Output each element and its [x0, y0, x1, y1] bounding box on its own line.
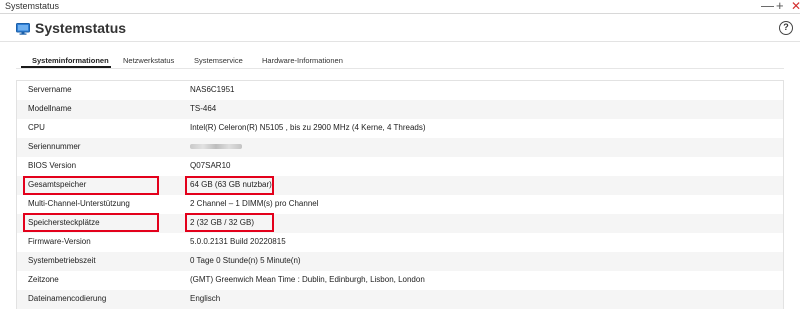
- row-value: Q07SAR10: [190, 161, 231, 170]
- tab-hardware-informationen[interactable]: Hardware-Informationen: [262, 56, 343, 65]
- row-value: Englisch: [190, 294, 221, 303]
- serial-number-redacted: [190, 142, 242, 151]
- redaction-blur: [190, 144, 242, 149]
- tab-divider: [16, 68, 784, 69]
- tab-systemservice[interactable]: Systemservice: [194, 56, 243, 65]
- table-row: Modellname TS-464: [17, 100, 783, 119]
- row-value: 64 GB (63 GB nutzbar): [190, 180, 272, 189]
- table-row: Systembetriebszeit 0 Tage 0 Stunde(n) 5 …: [17, 252, 783, 271]
- row-value: 2 (32 GB / 32 GB): [190, 218, 255, 227]
- help-icon[interactable]: ?: [779, 21, 793, 35]
- table-row: Speichersteckplätze 2 (32 GB / 32 GB): [17, 214, 783, 233]
- row-label: Multi-Channel-Unterstützung: [28, 199, 130, 208]
- system-info-table: Servername NAS6C1951 Modellname TS-464 C…: [16, 80, 784, 309]
- app-header: Systemstatus ?: [0, 15, 800, 42]
- row-label: Dateinamencodierung: [28, 294, 107, 303]
- row-label: Servername: [28, 85, 72, 94]
- window-title: Systemstatus: [5, 1, 60, 11]
- tab-bar: Systeminformationen Netzwerkstatus Syste…: [20, 56, 780, 68]
- row-label: Gesamtspeicher: [28, 180, 87, 189]
- table-row: Servername NAS6C1951: [17, 81, 783, 100]
- table-row: BIOS Version Q07SAR10: [17, 157, 783, 176]
- tab-systeminformationen[interactable]: Systeminformationen: [32, 56, 109, 65]
- row-value: 0 Tage 0 Stunde(n) 5 Minute(n): [190, 256, 301, 265]
- row-value: (GMT) Greenwich Mean Time : Dublin, Edin…: [190, 275, 425, 284]
- row-label: Zeitzone: [28, 275, 59, 284]
- table-row: CPU Intel(R) Celeron(R) N5105 , bis zu 2…: [17, 119, 783, 138]
- maximize-button[interactable]: +: [776, 0, 784, 14]
- table-row: Gesamtspeicher 64 GB (63 GB nutzbar): [17, 176, 783, 195]
- row-label: Modellname: [28, 104, 72, 113]
- tab-netzwerkstatus[interactable]: Netzwerkstatus: [123, 56, 174, 65]
- table-row: Multi-Channel-Unterstützung 2 Channel – …: [17, 195, 783, 214]
- table-row: Dateinamencodierung Englisch: [17, 290, 783, 309]
- row-value: 5.0.0.2131 Build 20220815: [190, 237, 286, 246]
- monitor-icon: [16, 23, 30, 35]
- page-title: Systemstatus: [35, 20, 127, 36]
- row-value: 2 Channel – 1 DIMM(s) pro Channel: [190, 199, 319, 208]
- row-label: Seriennummer: [28, 142, 81, 151]
- row-label: Systembetriebszeit: [28, 256, 96, 265]
- row-value: NAS6C1951: [190, 85, 235, 94]
- window-titlebar: Systemstatus — + ✕: [0, 0, 800, 14]
- close-button[interactable]: ✕: [791, 0, 800, 14]
- table-row: Firmware-Version 5.0.0.2131 Build 202208…: [17, 233, 783, 252]
- row-label: BIOS Version: [28, 161, 77, 170]
- row-label: Firmware-Version: [28, 237, 91, 246]
- minimize-button[interactable]: —: [761, 0, 774, 14]
- table-row: Zeitzone (GMT) Greenwich Mean Time : Dub…: [17, 271, 783, 290]
- row-value: TS-464: [190, 104, 217, 113]
- row-value: Intel(R) Celeron(R) N5105 , bis zu 2900 …: [190, 123, 426, 132]
- row-label: Speichersteckplätze: [28, 218, 100, 227]
- table-row: Seriennummer: [17, 138, 783, 157]
- row-label: CPU: [28, 123, 45, 132]
